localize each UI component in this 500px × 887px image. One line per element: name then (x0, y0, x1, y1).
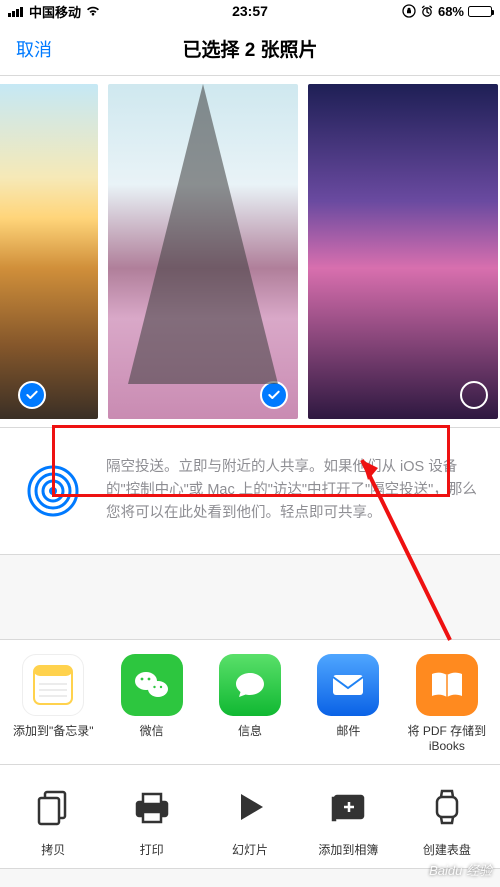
print-icon (124, 779, 180, 835)
airdrop-section: 隔空投送。立即与附近的人共享。如果他们从 iOS 设备的"控制中心"或 Mac … (0, 428, 500, 555)
share-mail[interactable]: 邮件 (299, 654, 397, 754)
nav-bar: 取消 已选择 2 张照片 (0, 22, 500, 76)
section-gap (0, 555, 500, 639)
share-notes[interactable]: 添加到"备忘录" (4, 654, 102, 754)
photo-strip[interactable] (0, 76, 500, 428)
battery-icon (468, 6, 492, 17)
app-label: 邮件 (336, 724, 360, 739)
carrier-label: 中国移动 (29, 2, 81, 21)
action-label: 幻灯片 (232, 843, 268, 858)
nav-title: 已选择 2 张照片 (182, 35, 317, 62)
unselected-circle-icon[interactable] (460, 381, 488, 409)
ibooks-app-icon (416, 654, 478, 716)
action-copy[interactable]: 拷贝 (4, 779, 102, 858)
lock-orientation-icon (402, 4, 416, 18)
copy-icon (25, 779, 81, 835)
action-create-watchface[interactable]: 创建表盘 (398, 779, 496, 858)
action-print[interactable]: 打印 (102, 779, 200, 858)
action-row[interactable]: 拷贝 打印 幻灯片 添加到相簿 创建表盘 (0, 765, 500, 869)
airdrop-description: 隔空投送。立即与附近的人共享。如果他们从 iOS 设备的"控制中心"或 Mac … (106, 456, 482, 526)
app-share-row[interactable]: 添加到"备忘录" 微信 信息 邮件 将 PDF 存储到 iBooks (0, 639, 500, 765)
add-to-album-icon (320, 779, 376, 835)
messages-app-icon (219, 654, 281, 716)
cancel-button[interactable]: 取消 (16, 36, 52, 62)
status-bar: 中国移动 23:57 68% (0, 0, 500, 22)
action-label: 打印 (140, 843, 164, 858)
selected-checkmark-icon[interactable] (18, 381, 46, 409)
app-label: 添加到"备忘录" (13, 724, 94, 739)
selected-checkmark-icon[interactable] (260, 381, 288, 409)
photo-thumbnail[interactable] (108, 84, 298, 419)
photo-thumbnail[interactable] (0, 84, 98, 419)
share-ibooks[interactable]: 将 PDF 存储到 iBooks (398, 654, 496, 754)
clock-label: 23:57 (232, 3, 268, 19)
app-label: 微信 (140, 724, 164, 739)
battery-pct-label: 68% (438, 4, 464, 19)
action-label: 创建表盘 (423, 843, 471, 858)
annotation-arrow (350, 450, 352, 451)
photo-thumbnail[interactable] (308, 84, 498, 419)
action-slideshow[interactable]: 幻灯片 (201, 779, 299, 858)
action-label: 拷贝 (41, 843, 65, 858)
share-wechat[interactable]: 微信 (102, 654, 200, 754)
airdrop-icon[interactable] (18, 456, 88, 526)
share-messages[interactable]: 信息 (201, 654, 299, 754)
signal-icon (8, 6, 25, 17)
wechat-app-icon (121, 654, 183, 716)
wifi-icon (85, 5, 101, 17)
app-label: 将 PDF 存储到 iBooks (398, 724, 496, 754)
slideshow-icon (222, 779, 278, 835)
action-label: 添加到相簿 (318, 843, 378, 858)
app-label: 信息 (238, 724, 262, 739)
alarm-icon (420, 4, 434, 18)
status-left: 中国移动 (8, 2, 101, 21)
mail-app-icon (317, 654, 379, 716)
action-add-to-album[interactable]: 添加到相簿 (299, 779, 397, 858)
status-right: 68% (402, 4, 492, 19)
watchface-icon (419, 779, 475, 835)
notes-app-icon (22, 654, 84, 716)
